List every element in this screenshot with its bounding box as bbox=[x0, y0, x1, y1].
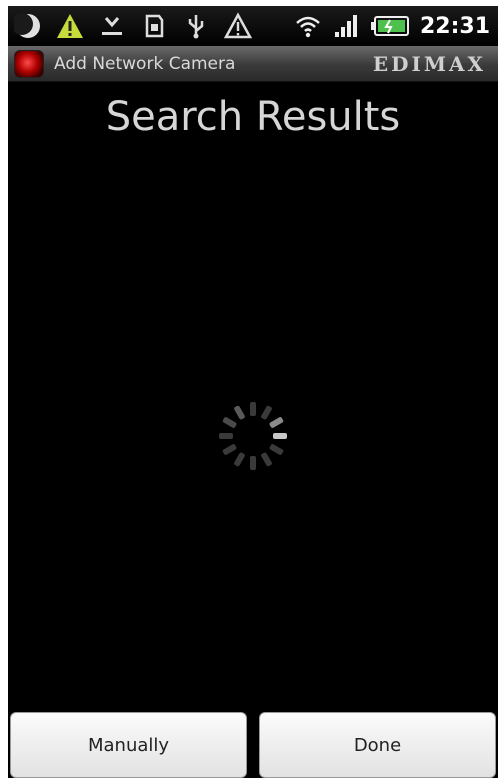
app-title-bar: Add Network Camera EDIMAX bbox=[8, 46, 498, 82]
signal-icon bbox=[332, 12, 360, 40]
page-title: Search Results bbox=[105, 94, 401, 140]
manually-button[interactable]: Manually bbox=[10, 712, 247, 778]
brand-logo: EDIMAX bbox=[372, 51, 486, 76]
action-button-bar: Manually Done bbox=[8, 712, 498, 778]
app-title: Add Network Camera bbox=[54, 53, 236, 74]
done-button[interactable]: Done bbox=[259, 712, 496, 778]
usb-icon bbox=[182, 12, 210, 40]
clock-time: 22:31 bbox=[419, 13, 490, 39]
system-icons: 22:31 bbox=[294, 12, 498, 40]
wifi-icon bbox=[294, 12, 322, 40]
sd-card-icon bbox=[140, 12, 168, 40]
loading-spinner-icon bbox=[219, 402, 287, 470]
battery-icon bbox=[370, 12, 410, 40]
warning-icon bbox=[56, 12, 84, 40]
download-icon bbox=[98, 12, 126, 40]
device-screen: 22:31 Add Network Camera EDIMAX Search R… bbox=[8, 6, 498, 778]
alert-icon bbox=[224, 12, 252, 40]
moon-icon bbox=[14, 12, 42, 40]
notification-icons bbox=[8, 12, 252, 40]
status-bar: 22:31 bbox=[8, 6, 498, 46]
camera-app-icon bbox=[14, 49, 44, 78]
